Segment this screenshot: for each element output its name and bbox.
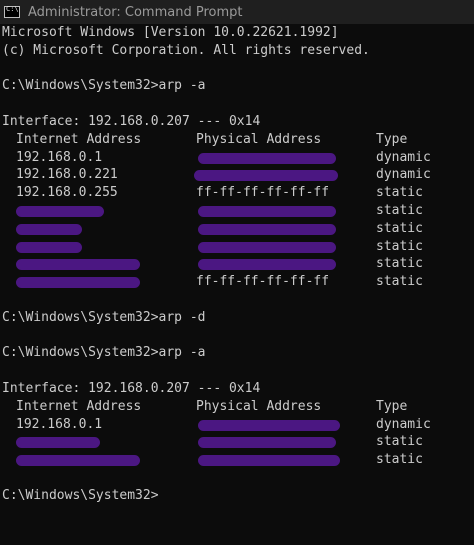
cmd-icon [4, 5, 20, 18]
header-type: Type [376, 398, 408, 414]
table-row: static [2, 202, 474, 220]
entry-type: static [376, 274, 423, 290]
header-type: Type [376, 131, 408, 147]
table-row: static [2, 255, 474, 273]
table-header: Internet Address Physical Address Type [2, 131, 474, 149]
ip-address: 192.168.0.221 [16, 167, 118, 183]
mac-address: ff-ff-ff-ff-ff-ff [196, 185, 330, 201]
redaction-mark [198, 223, 336, 235]
ip-address: 192.168.0.1 [16, 149, 103, 165]
redaction-mark [16, 455, 140, 467]
entry-type: static [376, 256, 423, 272]
table-row: static [2, 433, 474, 451]
redaction-mark [198, 205, 336, 217]
command-line: C:\Windows\System32>arp -a [2, 78, 206, 94]
table-row: static [2, 220, 474, 238]
redaction-mark [198, 152, 336, 164]
entry-type: static [376, 220, 423, 236]
command-line[interactable]: C:\Windows\System32> [2, 487, 474, 505]
header-internet-address: Internet Address [16, 398, 142, 414]
ip-address: 192.168.0.1 [16, 416, 103, 432]
table-row: ff-ff-ff-ff-ff-ff static [2, 273, 474, 291]
redaction-mark [198, 455, 340, 467]
console-output[interactable]: Microsoft Windows [Version 10.0.22621.19… [2, 24, 474, 545]
table-row: 192.168.0.255 ff-ff-ff-ff-ff-ff static [2, 184, 474, 202]
table-header: Internet Address Physical Address Type [2, 398, 474, 416]
entry-type: dynamic [376, 416, 431, 432]
entry-type: static [376, 185, 423, 201]
redaction-mark [16, 241, 82, 253]
command-line: C:\Windows\System32>arp -d [2, 309, 206, 325]
header-physical-address: Physical Address [196, 398, 322, 414]
mac-address: ff-ff-ff-ff-ff-ff [196, 274, 330, 290]
banner-line: (c) Microsoft Corporation. All rights re… [2, 42, 370, 58]
redaction-mark [16, 259, 140, 271]
entry-type: static [376, 434, 423, 450]
command-line: C:\Windows\System32>arp -a [2, 345, 206, 361]
entry-type: static [376, 238, 423, 254]
entry-type: dynamic [376, 149, 431, 165]
table-row: static [2, 238, 474, 256]
interface-line: Interface: 192.168.0.207 --- 0x14 [2, 380, 261, 396]
redaction-mark [198, 419, 340, 431]
redaction-mark [198, 241, 336, 253]
entry-type: dynamic [376, 167, 431, 183]
redaction-mark [16, 205, 104, 217]
header-physical-address: Physical Address [196, 131, 322, 147]
redaction-mark [198, 259, 336, 271]
redaction-mark [198, 437, 336, 449]
title-bar[interactable]: Administrator: Command Prompt [0, 0, 474, 24]
table-row: 192.168.0.1 dynamic [2, 416, 474, 434]
redaction-mark [16, 277, 140, 289]
table-row: static [2, 451, 474, 469]
interface-line: Interface: 192.168.0.207 --- 0x14 [2, 113, 261, 129]
table-row: 192.168.0.221 dynamic [2, 166, 474, 184]
table-row: 192.168.0.1 dynamic [2, 149, 474, 167]
redaction-mark [16, 437, 100, 449]
entry-type: static [376, 202, 423, 218]
window-title: Administrator: Command Prompt [28, 4, 243, 20]
ip-address: 192.168.0.255 [16, 185, 118, 201]
banner-line: Microsoft Windows [Version 10.0.22621.19… [2, 25, 339, 40]
redaction-mark [194, 170, 338, 182]
header-internet-address: Internet Address [16, 131, 142, 147]
entry-type: static [376, 452, 423, 468]
redaction-mark [16, 223, 82, 235]
